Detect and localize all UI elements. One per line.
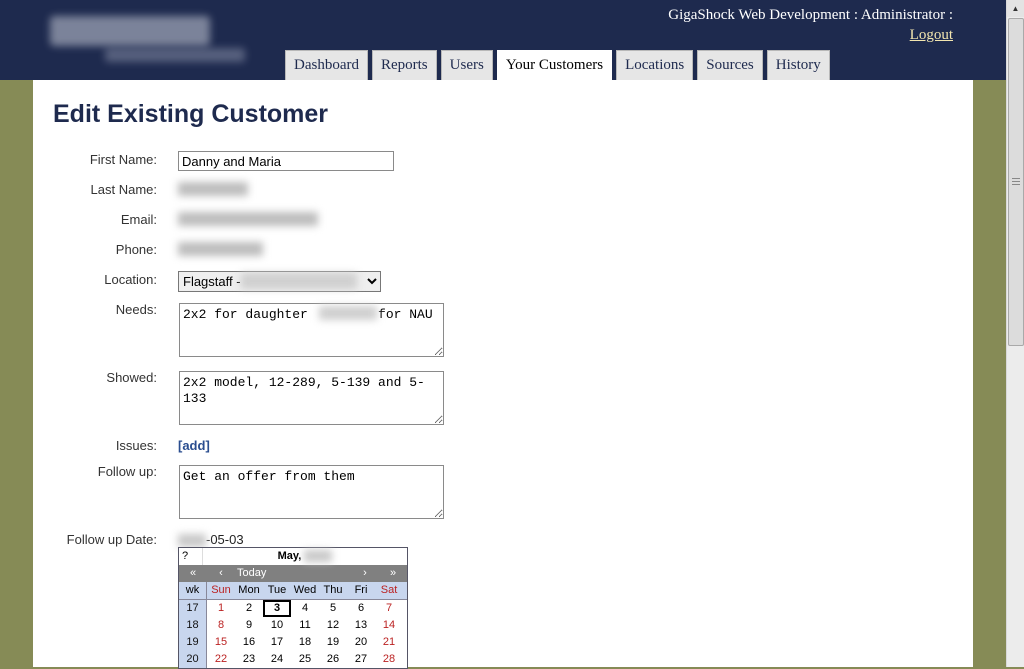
follow-up-textarea[interactable]: Get an offer from them [179,465,444,519]
calendar-day[interactable]: 16 [235,634,263,651]
calendar-week-row: 19 15 16 17 18 19 20 21 [179,634,407,651]
first-name-label: First Name: [89,152,157,167]
calendar-day[interactable]: 13 [347,617,375,634]
week-number: 19 [179,634,207,651]
calendar-day[interactable]: 14 [375,617,403,634]
weekday-fri: Fri [354,584,368,596]
calendar-day-selected[interactable]: 3 [263,600,291,617]
calendar-week-row: 17 1 2 3 4 5 6 7 [179,600,407,617]
location-select[interactable]: Flagstaff - [178,271,381,292]
scrollbar-thumb[interactable] [1008,18,1024,346]
issues-label: Issues: [115,438,157,453]
next-month-button[interactable]: › [351,565,379,582]
calendar-day[interactable]: 10 [263,617,291,634]
next-year-button[interactable]: » [379,565,407,582]
company-admin-text: GigaShock Web Development : Administrato… [668,7,953,23]
calendar-day[interactable]: 15 [207,634,235,651]
calendar-day[interactable]: 8 [207,617,235,634]
location-label: Location: [104,272,157,287]
follow-up-label: Follow up: [97,464,157,479]
calendar-day[interactable]: 27 [347,651,375,668]
content-panel: Edit Existing Customer First Name: Last … [33,80,973,669]
main-nav-tabs: Dashboard Reports Users Your Customers L… [285,50,834,81]
calendar-day[interactable]: 7 [375,600,403,617]
vertical-scrollbar[interactable]: ▲ [1006,0,1024,667]
needs-textarea[interactable]: 2x2 for daughter for NAU [179,303,444,357]
tab-sources[interactable]: Sources [697,50,763,80]
weekday-sun: Sun [211,584,231,596]
last-name-label: Last Name: [90,182,157,197]
calendar-week-row: 18 8 9 10 11 12 13 14 [179,617,407,634]
calendar-day[interactable]: 5 [319,600,347,617]
weekday-mon: Mon [238,584,260,596]
showed-textarea[interactable]: 2x2 model, 12-289, 5-139 and 5-133 [179,371,444,425]
calendar-day[interactable]: 17 [263,634,291,651]
grip-lines-icon [1012,178,1020,179]
weekday-thu: Thu [323,584,343,596]
calendar-weekday-header: wk Sun Mon Tue Wed Thu Fri Sat [179,582,407,600]
calendar-day[interactable]: 12 [319,617,347,634]
email-input[interactable] [178,209,393,229]
calendar-title-row: ? May, [179,548,407,565]
first-name-input[interactable] [178,151,394,171]
date-picker-calendar: ? May, « ‹ Today › » wk Sun Mon Tue Wed … [178,547,408,669]
prev-month-button[interactable]: ‹ [207,565,235,582]
calendar-day[interactable]: 9 [235,617,263,634]
calendar-day[interactable]: 25 [291,651,319,668]
calendar-day[interactable]: 2 [235,600,263,617]
calendar-day[interactable]: 24 [263,651,291,668]
tab-history[interactable]: History [766,50,830,80]
calendar-day[interactable]: 23 [235,651,263,668]
calendar-day[interactable]: 19 [319,634,347,651]
prev-year-button[interactable]: « [179,565,207,582]
calendar-week-row: 20 22 23 24 25 26 27 28 [179,651,407,668]
phone-label: Phone: [115,242,157,257]
tab-your-customers[interactable]: Your Customers [496,50,613,81]
calendar-day[interactable]: 26 [319,651,347,668]
calendar-day[interactable]: 4 [291,600,319,617]
calendar-day[interactable]: 1 [207,600,235,617]
page-title: Edit Existing Customer [53,100,329,128]
today-button[interactable]: Today [235,565,351,582]
tab-users[interactable]: Users [440,50,493,80]
calendar-day[interactable]: 11 [291,617,319,634]
weekday-sat: Sat [380,584,398,596]
calendar-help-button[interactable]: ? [179,548,203,565]
weekday-tue: Tue [267,584,287,596]
calendar-day[interactable]: 20 [347,634,375,651]
tab-locations[interactable]: Locations [616,50,694,80]
logout-link[interactable]: Logout [910,27,953,44]
week-number: 20 [179,651,207,668]
calendar-nav-row: « ‹ Today › » [179,565,407,582]
header-bar: GigaShock Web Development : Administrato… [0,0,1007,81]
calendar-day[interactable]: 6 [347,600,375,617]
week-number-header: wk [179,582,207,599]
follow-up-date-value: -05-03 [206,532,244,547]
tab-dashboard[interactable]: Dashboard [285,50,368,80]
showed-label: Showed: [106,370,157,385]
triangle-up-icon[interactable]: ▲ [1007,0,1024,17]
phone-input[interactable] [178,239,393,259]
calendar-day[interactable]: 18 [291,634,319,651]
needs-label: Needs: [115,302,157,317]
last-name-input[interactable] [178,179,393,199]
logo [50,8,250,68]
weekday-wed: Wed [293,584,317,596]
follow-up-date-field[interactable]: -05-03 [178,532,244,548]
email-label: Email: [120,212,157,227]
calendar-day[interactable]: 21 [375,634,403,651]
week-number: 17 [179,600,207,617]
tab-reports[interactable]: Reports [371,50,437,80]
follow-up-date-label: Follow up Date: [66,532,157,547]
calendar-month-title: May, [203,548,407,565]
calendar-day[interactable]: 22 [207,651,235,668]
issues-add-link[interactable]: [add] [178,438,210,453]
week-number: 18 [179,617,207,634]
calendar-day[interactable]: 28 [375,651,403,668]
